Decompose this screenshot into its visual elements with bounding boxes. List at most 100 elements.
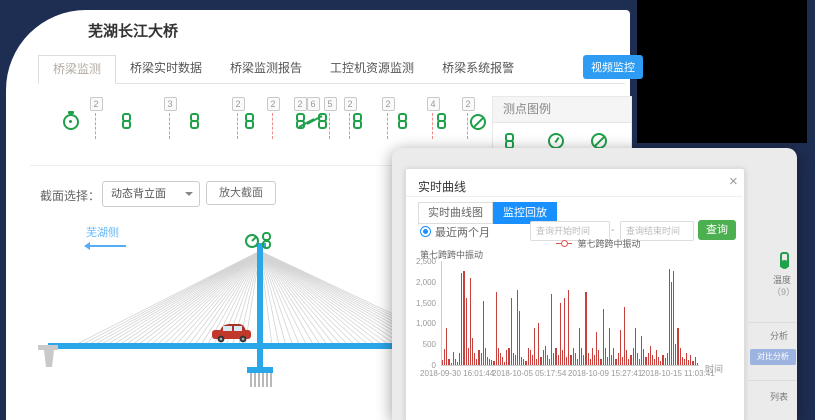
- chain-sensor-icon: [505, 133, 514, 149]
- chart-bar: [521, 357, 522, 365]
- chart-bar: [635, 328, 636, 365]
- chart-bar: [624, 307, 625, 365]
- chart-bar: [654, 359, 655, 365]
- x-tick-label: 2018-09-30 16:01:44: [420, 369, 494, 378]
- chart-bar: [583, 355, 584, 365]
- chart-bar: [628, 359, 629, 365]
- chart-bar: [669, 269, 670, 365]
- sensor-count-badge: 2: [382, 97, 395, 111]
- video-monitor-button[interactable]: 视频监控: [583, 55, 643, 79]
- tab-1[interactable]: 桥梁实时数据: [116, 55, 216, 84]
- chart-bar: [540, 357, 541, 365]
- y-tick-label: 2,000: [398, 278, 436, 287]
- blacked-out-region: [637, 0, 807, 143]
- strip-divider: [748, 322, 797, 323]
- chart-bar: [472, 338, 473, 365]
- chart-bar: [690, 355, 691, 365]
- chart-bar: [692, 361, 693, 365]
- chart-bar: [675, 344, 676, 365]
- sensor-count-column: 3: [163, 94, 177, 139]
- sensor-count-column: 2: [231, 94, 245, 139]
- close-icon[interactable]: ×: [729, 173, 738, 190]
- chart-bar: [697, 363, 698, 365]
- section-select-value: 动态背立面: [111, 188, 166, 200]
- chain-sensor-icon: [122, 113, 131, 129]
- clock-icon: [63, 114, 79, 130]
- chart-bar: [652, 355, 653, 365]
- chart-bar: [511, 298, 512, 365]
- chart-bar: [596, 332, 597, 365]
- compare-analysis-button[interactable]: 对比分析: [750, 349, 796, 365]
- no-data-icon: [591, 133, 607, 149]
- chart-bar: [457, 362, 458, 365]
- chart-bar: [498, 348, 499, 365]
- chart-bar: [695, 357, 696, 365]
- chart-bar: [528, 348, 529, 365]
- sensor-dash-line: [237, 113, 239, 139]
- chart-bar: [622, 357, 623, 365]
- line-series-marker-icon: [556, 243, 572, 244]
- chain-sensor-icon: [190, 113, 199, 129]
- chart-bar: [575, 353, 576, 365]
- chart-bar: [590, 359, 591, 365]
- chart-bar: [491, 360, 492, 365]
- temperature-count: （9）: [772, 285, 795, 298]
- deflection-chart: [441, 261, 699, 366]
- sensor-count-badge: 3: [164, 97, 177, 111]
- tab-0[interactable]: 桥梁监测: [38, 55, 116, 84]
- chart-bar: [478, 350, 479, 365]
- tab-2[interactable]: 桥梁监测报告: [216, 55, 316, 84]
- chain-sensor-icon: [398, 113, 407, 129]
- chart-bar: [660, 361, 661, 365]
- tab-4[interactable]: 桥梁系统报警: [428, 55, 528, 84]
- sensor-count-column: 2: [266, 94, 280, 139]
- strip-divider: [748, 380, 797, 381]
- chart-bar: [444, 349, 445, 365]
- sensor-count-column: 2: [381, 94, 395, 139]
- x-tick-label: 2018-10-05 05:17:54: [492, 369, 566, 378]
- modal-header-divider: [406, 196, 742, 197]
- chart-bar: [609, 328, 610, 365]
- recent-two-months-radio[interactable]: [420, 226, 431, 237]
- enlarge-section-button[interactable]: 放大截面: [206, 181, 276, 205]
- chart-bar: [607, 357, 608, 365]
- chart-bar: [476, 359, 477, 365]
- chart-bar: [446, 328, 447, 365]
- chart-bar: [620, 330, 621, 365]
- chart-bar: [506, 350, 507, 365]
- chart-legend[interactable]: 第七跨跨中振动: [556, 237, 641, 250]
- modal-tab-0[interactable]: 实时曲线图: [418, 202, 493, 224]
- sensor-count-badge: 2: [294, 97, 307, 111]
- chart-bar: [592, 348, 593, 365]
- bridge-tower: [257, 245, 263, 369]
- thermometer-icon: [780, 252, 789, 267]
- chart-bar: [603, 309, 604, 365]
- chart-bar: [543, 350, 544, 365]
- chain-sensor-icon: [437, 113, 446, 129]
- chart-bar: [525, 361, 526, 365]
- section-select-dropdown[interactable]: 动态背立面: [102, 181, 200, 207]
- chart-bar: [459, 353, 460, 365]
- chart-bar: [605, 348, 606, 365]
- query-button[interactable]: 查询: [698, 220, 736, 240]
- chart-bar: [600, 359, 601, 365]
- sensor-count-badge: 2: [344, 97, 357, 111]
- chart-bar: [626, 350, 627, 365]
- chart-bar: [684, 359, 685, 365]
- chart-bar: [538, 323, 539, 365]
- chart-bar: [680, 348, 681, 365]
- chart-bar: [558, 355, 559, 365]
- screenshot-stage: 芜湖长江大桥 桥梁监测桥梁实时数据桥梁监测报告工控机资源监测桥梁系统报警 视频监…: [0, 0, 815, 420]
- chart-bar: [673, 271, 674, 365]
- chart-bar: [658, 357, 659, 365]
- chart-bar: [442, 360, 443, 365]
- sensor-dash-line: [432, 113, 434, 139]
- chart-bar: [534, 328, 535, 365]
- chart-bar: [513, 353, 514, 365]
- tab-3[interactable]: 工控机资源监测: [316, 55, 428, 84]
- chart-bar: [515, 355, 516, 365]
- chart-bar: [500, 353, 501, 365]
- chart-bar: [581, 348, 582, 365]
- sensor-dash-line: [387, 113, 389, 139]
- sensor-count-badge: 4: [427, 97, 440, 111]
